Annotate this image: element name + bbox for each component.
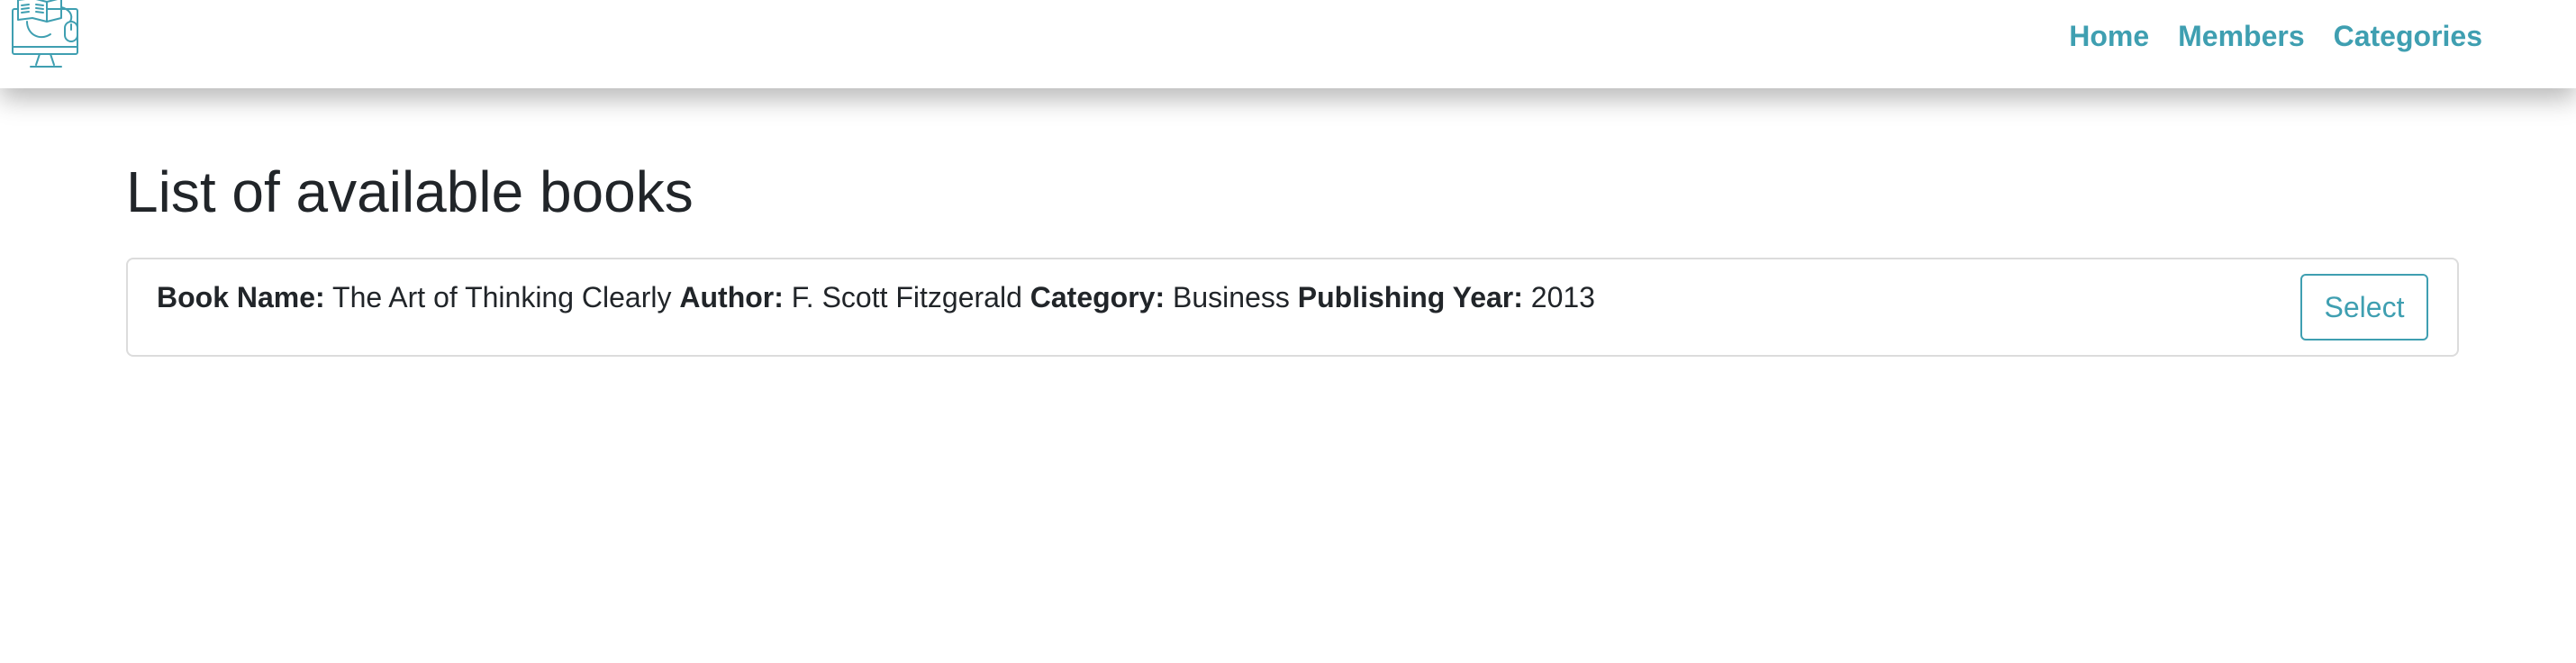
book-author: F. Scott Fitzgerald (791, 281, 1022, 313)
nav-link-home[interactable]: Home (2069, 20, 2149, 53)
computer-book-mouse-icon[interactable] (11, 0, 81, 72)
nav-links: Home Members Categories (2069, 20, 2482, 53)
book-category-label: Category: (1029, 281, 1166, 313)
book-year-label: Publishing Year: (1297, 281, 1523, 313)
select-book-button[interactable]: Select (2300, 274, 2428, 341)
page-title: List of available books (126, 159, 694, 224)
book-name: The Art of Thinking Clearly (332, 281, 672, 313)
book-year: 2013 (1530, 281, 1595, 313)
nav-link-members[interactable]: Members (2178, 20, 2305, 53)
nav-link-categories[interactable]: Categories (2334, 20, 2482, 53)
book-name-label: Book Name: (157, 281, 325, 313)
book-author-label: Author: (679, 281, 784, 313)
book-category: Business (1173, 281, 1290, 313)
navbar: Home Members Categories (0, 0, 2576, 88)
book-list-item: Book Name: The Art of Thinking Clearly A… (126, 258, 2459, 357)
book-details: Book Name: The Art of Thinking Clearly A… (157, 281, 1595, 314)
